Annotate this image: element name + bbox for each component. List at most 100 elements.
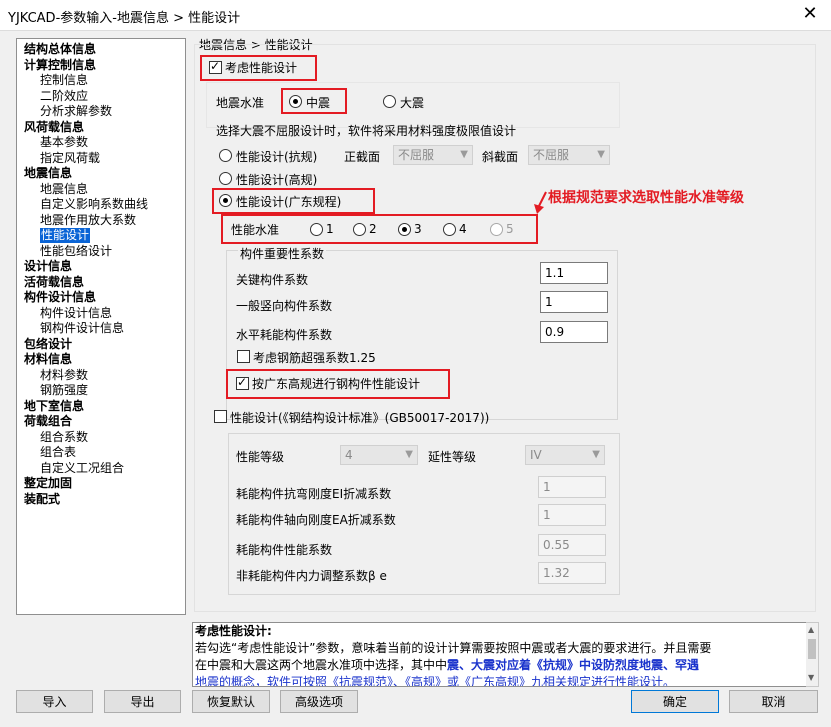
tree-item[interactable]: 控制信息 [40, 73, 88, 88]
description-box: 考虑性能设计: 若勾选“考虑性能设计”参数，意味着当前的设计计算需要按照中震或者… [192, 622, 808, 687]
level-1-radio[interactable] [310, 223, 323, 236]
level-5-radio[interactable] [490, 223, 503, 236]
cancel-button[interactable]: 取消 [729, 690, 818, 713]
tree-item[interactable]: 自定义工况组合 [40, 461, 124, 476]
perf-gao-label: 性能设计(高规) [236, 173, 318, 187]
scroll-down-icon[interactable]: ▼ [808, 673, 814, 682]
close-icon[interactable]: ✕ [799, 3, 821, 24]
tree-item[interactable]: 材料信息 [24, 352, 72, 367]
nav-tree[interactable]: 结构总体信息 计算控制信息 控制信息 二阶效应 分析求解参数 风荷载信息 基本参数 指定风荷载… [16, 38, 186, 615]
gd-steel-label: 按广东高规进行钢构件性能设计 [252, 377, 421, 391]
vertical-member-label: 一般竖向构件系数 [236, 299, 333, 313]
scroll-up-icon[interactable]: ▲ [808, 625, 814, 634]
rebar-over-checkbox[interactable] [237, 350, 250, 363]
zheng-label: 正截面 [344, 150, 381, 164]
tree-item[interactable]: 整定加固 [24, 476, 72, 491]
tree-item[interactable]: 指定风荷载 [40, 151, 100, 166]
chevron-down-icon: ▼ [460, 149, 468, 160]
restore-default-button[interactable]: 恢复默认 [192, 690, 270, 713]
key-member-input[interactable]: 1.1 [540, 262, 608, 284]
tree-item[interactable]: 自定义影响系数曲线 [40, 197, 148, 212]
perf-grade-label: 性能等级 [236, 450, 285, 464]
level-5-label: 5 [506, 222, 514, 236]
perf-kang-radio[interactable] [219, 149, 232, 162]
perf-coef-label: 耗能构件性能系数 [236, 543, 333, 557]
horizontal-member-input[interactable]: 0.9 [540, 321, 608, 343]
perf-grade-select[interactable]: 4 ▼ [340, 445, 418, 465]
advanced-options-button[interactable]: 高级选项 [280, 690, 358, 713]
tree-item[interactable]: 分析求解参数 [40, 104, 112, 119]
perf-kang-label: 性能设计(抗规) [236, 150, 318, 164]
tree-item[interactable]: 地震信息 [24, 166, 72, 181]
tree-item[interactable]: 包络设计 [24, 337, 72, 352]
tree-item[interactable]: 二阶效应 [40, 89, 88, 104]
level-4-label: 4 [459, 222, 467, 236]
perf-gd-radio[interactable] [219, 194, 232, 207]
tree-item[interactable]: 计算控制信息 [24, 58, 96, 73]
level-3-label: 3 [414, 222, 422, 236]
tree-item[interactable]: 组合表 [40, 445, 76, 460]
tree-item-selected[interactable]: 性能设计 [40, 228, 91, 243]
description-line-2a: 在中震和大震这两个地震水准项中选择，其中中 [195, 658, 448, 672]
tree-item[interactable]: 组合系数 [40, 430, 88, 445]
tree-item[interactable]: 结构总体信息 [24, 42, 96, 57]
key-member-label: 关键构件系数 [236, 273, 309, 287]
perf-grade-value: 4 [345, 448, 353, 462]
chevron-down-icon: ▼ [597, 149, 605, 160]
description-line-2b: 震、大震对应着《抗规》中设防烈度地震、罕遇 [447, 658, 700, 672]
tree-item[interactable]: 地震信息 [40, 182, 88, 197]
steel-std-checkbox[interactable] [214, 410, 227, 423]
ei-input[interactable]: 1 [538, 476, 606, 498]
ea-input[interactable]: 1 [538, 504, 606, 526]
tree-item[interactable]: 钢筋强度 [40, 383, 88, 398]
tree-item[interactable]: 装配式 [24, 492, 60, 507]
tree-item[interactable]: 性能包络设计 [40, 244, 112, 259]
perf-coef-input[interactable]: 0.55 [538, 534, 606, 556]
tree-item[interactable]: 地震作用放大系数 [40, 213, 136, 228]
level-2-label: 2 [369, 222, 377, 236]
vertical-member-input[interactable]: 1 [540, 291, 608, 313]
ductility-select[interactable]: IV ▼ [525, 445, 605, 465]
annotation-text: 根据规范要求选取性能水准等级 [548, 190, 744, 206]
chevron-down-icon: ▼ [405, 449, 413, 460]
rebar-over-label: 考虑钢筋超强系数1.25 [253, 351, 376, 365]
description-line-3: 地震的概念，软件可按照《抗震规范》、《高规》或《广东高规》九相关规定进行性能设计… [195, 675, 676, 687]
tree-item[interactable]: 钢构件设计信息 [40, 321, 124, 336]
scroll-thumb[interactable] [808, 639, 816, 659]
chevron-down-icon: ▼ [592, 449, 600, 460]
import-button[interactable]: 导入 [16, 690, 93, 713]
big-eq-note: 选择大震不屈服设计时，软件将采用材料强度极限值设计 [216, 124, 517, 138]
perf-gd-label: 性能设计(广东规程) [236, 195, 342, 209]
zheng-select[interactable]: 不屈服 ▼ [393, 145, 473, 165]
level-1-label: 1 [326, 222, 334, 236]
level-2-radio[interactable] [353, 223, 366, 236]
non-adj-input[interactable]: 1.32 [538, 562, 606, 584]
description-scrollbar[interactable]: ▲ ▼ [806, 622, 819, 687]
tree-item[interactable]: 风荷载信息 [24, 120, 84, 135]
tree-item[interactable]: 构件设计信息 [24, 290, 96, 305]
consider-perf-label: 考虑性能设计 [225, 61, 298, 75]
level-3-radio[interactable] [398, 223, 411, 236]
ok-button[interactable]: 确定 [631, 690, 719, 713]
window-title: YJKCAD-参数输入-地震信息 > 性能设计 [8, 11, 241, 26]
arrow-icon [534, 191, 547, 214]
description-title: 考虑性能设计: [195, 624, 272, 638]
tree-item[interactable]: 荷载组合 [24, 414, 72, 429]
level-label: 性能水准 [231, 223, 280, 237]
horizontal-member-label: 水平耗能构件系数 [236, 328, 333, 342]
tree-item[interactable]: 基本参数 [40, 135, 88, 150]
level-4-radio[interactable] [443, 223, 456, 236]
xie-label: 斜截面 [482, 150, 519, 164]
tree-item[interactable]: 构件设计信息 [40, 306, 112, 321]
tree-item[interactable]: 材料参数 [40, 368, 88, 383]
tree-item[interactable]: 活荷载信息 [24, 275, 84, 290]
steel-std-label: 性能设计(《钢结构设计标准》(GB50017-2017)) [230, 411, 490, 425]
tree-item[interactable]: 设计信息 [24, 259, 72, 274]
zheng-value: 不屈服 [398, 148, 435, 162]
export-button[interactable]: 导出 [104, 690, 181, 713]
gd-steel-checkbox[interactable] [236, 375, 249, 390]
tree-item[interactable]: 地下室信息 [24, 399, 84, 414]
perf-gao-radio[interactable] [219, 172, 232, 185]
consider-perf-checkbox[interactable] [209, 59, 222, 74]
xie-select[interactable]: 不屈服 ▼ [528, 145, 610, 165]
